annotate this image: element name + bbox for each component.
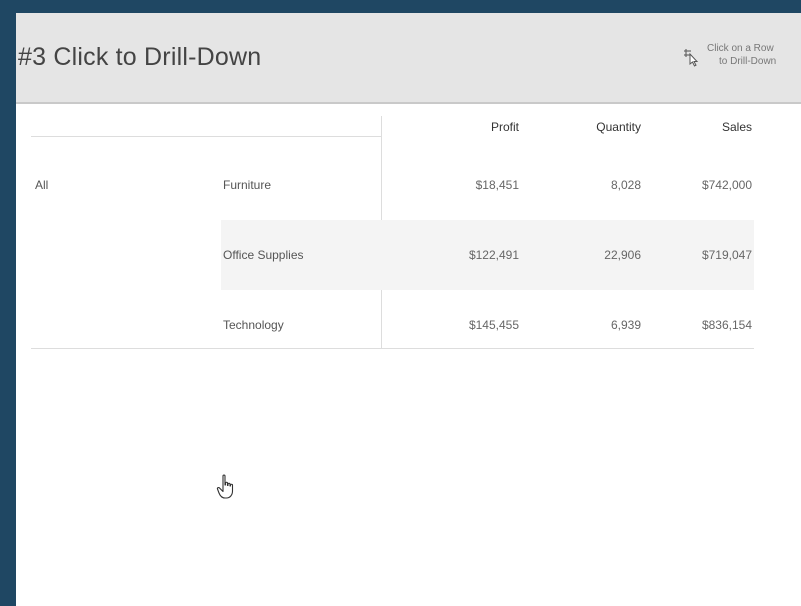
column-header-quantity[interactable]: Quantity [551,120,641,134]
sales-cell: $719,047 [701,248,752,262]
table-row[interactable]: Office Supplies $122,491 22,906 $719,047 [31,220,754,290]
profit-cell: $18,451 [475,178,519,192]
header-bar: #3 Click to Drill-Down Click on a Row to… [16,13,801,104]
sales-cell: $836,154 [701,318,752,332]
column-header-profit[interactable]: Profit [429,120,519,134]
drilldown-table: Profit Quantity Sales All Furniture $18,… [31,116,754,349]
category-cell: Technology [223,318,284,332]
profit-cell: $122,491 [468,248,519,262]
hint-text-line1: Click on a Row [707,43,774,54]
table-row[interactable]: Technology $145,455 6,939 $836,154 [31,290,754,360]
table-bottom-border [31,348,754,349]
hint-text-line2: to Drill-Down [719,56,777,67]
table-row[interactable]: All Furniture $18,451 8,028 $742,000 [31,150,754,220]
profit-cell: $145,455 [468,318,519,332]
hand-cursor-icon [216,474,234,499]
group-label: All [35,178,49,192]
category-cell: Office Supplies [223,248,304,262]
quantity-cell: 8,028 [610,178,641,192]
page-title: #3 Click to Drill-Down [18,43,262,71]
header-divider [31,136,381,137]
category-cell: Furniture [223,178,272,192]
quantity-cell: 22,906 [604,248,641,262]
sales-cell: $742,000 [701,178,752,192]
pointer-drill-icon [684,49,699,67]
drill-down-hint[interactable]: Click on a Row to Drill-Down [661,43,801,87]
quantity-cell: 6,939 [610,318,641,332]
column-header-sales[interactable]: Sales [662,120,752,134]
dashboard-panel: #3 Click to Drill-Down Click on a Row to… [16,13,801,606]
